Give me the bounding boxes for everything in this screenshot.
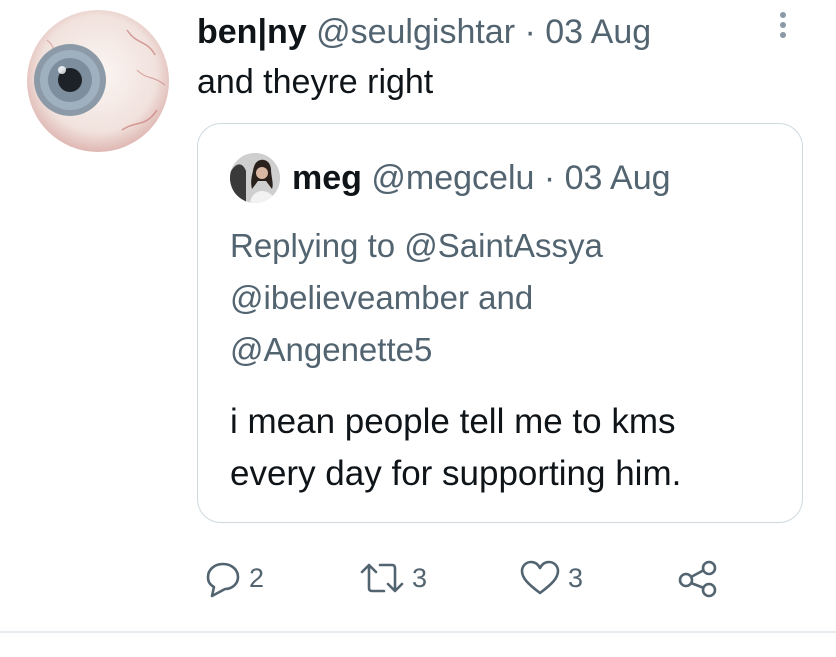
profile-photo-icon	[230, 153, 280, 203]
replying-to-line-2[interactable]: @ibelieveamber and	[230, 272, 790, 324]
tweet-text: and theyre right	[197, 63, 434, 101]
reply-count: 2	[249, 562, 265, 593]
quoted-tweet[interactable]: meg @megcelu · 03 Aug Replying to @Saint…	[197, 123, 803, 523]
display-name[interactable]: ben|ny	[197, 13, 307, 51]
retweet-icon	[360, 563, 404, 593]
quoted-separator: ·	[543, 159, 556, 197]
separator: ·	[524, 13, 536, 51]
eyeball-icon	[34, 29, 166, 131]
replying-to: Replying to @SaintAssya @ibelieveamber a…	[230, 220, 790, 376]
quoted-handle[interactable]: @megcelu	[371, 159, 534, 197]
reply-icon	[206, 562, 240, 598]
retweet-button[interactable]: 3	[358, 556, 427, 600]
retweet-count: 3	[412, 562, 428, 593]
quoted-header: meg @megcelu · 03 Aug	[292, 156, 671, 200]
heart-icon	[520, 560, 560, 595]
tweet-header: ben|ny @seulgishtar · 03 Aug	[197, 10, 651, 54]
divider	[0, 631, 836, 633]
like-button[interactable]: 3	[518, 556, 583, 600]
replying-to-line-3[interactable]: @Angenette5	[230, 324, 790, 376]
user-avatar[interactable]	[27, 10, 169, 152]
replying-to-line-1[interactable]: Replying to @SaintAssya	[230, 220, 790, 272]
reply-button[interactable]: 2	[203, 556, 264, 600]
quoted-text: i mean people tell me to kms every day f…	[230, 396, 790, 500]
quoted-date[interactable]: 03 Aug	[565, 159, 671, 197]
quoted-text-line-1: i mean people tell me to kms	[230, 402, 676, 441]
quoted-display-name[interactable]: meg	[292, 159, 362, 197]
handle[interactable]: @seulgishtar	[316, 13, 515, 51]
more-options-icon[interactable]	[770, 8, 796, 44]
quoted-text-line-2: every day for supporting him.	[230, 454, 682, 493]
like-count: 3	[568, 562, 584, 593]
tweet-date[interactable]: 03 Aug	[545, 13, 651, 51]
share-button[interactable]	[676, 556, 720, 600]
action-bar: 2 3 3	[0, 556, 836, 600]
quoted-avatar[interactable]	[230, 153, 280, 203]
share-icon	[678, 560, 717, 598]
